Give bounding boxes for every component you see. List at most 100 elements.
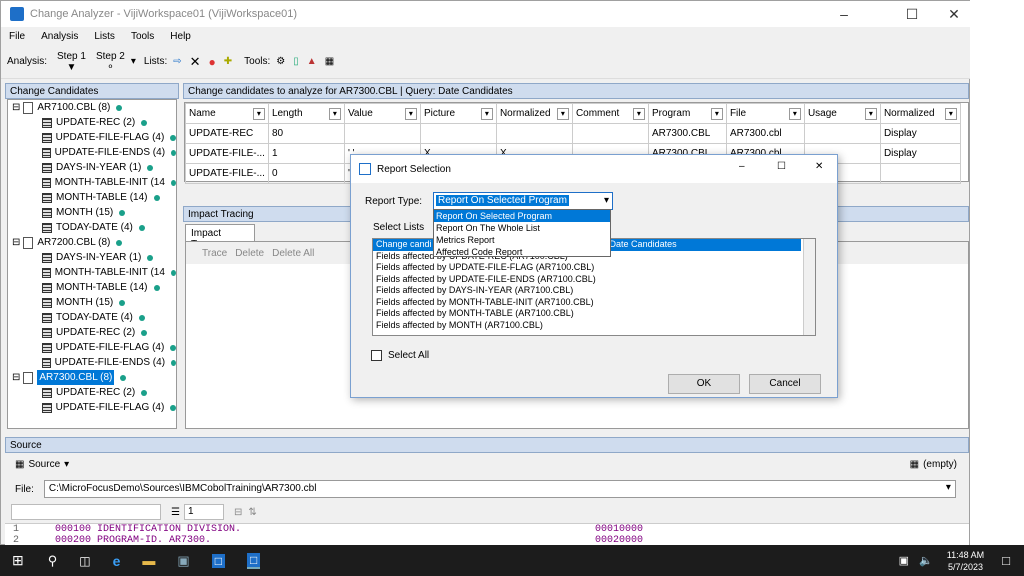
tree-item[interactable]: UPDATE-FILE-FLAG (4): [8, 130, 176, 145]
menu-analysis[interactable]: Analysis: [33, 31, 86, 42]
tree-item[interactable]: MONTH-TABLE-INIT (14: [8, 175, 176, 190]
app-icon-1[interactable]: ▣: [177, 553, 189, 569]
step2-dropdown-icon[interactable]: ▾: [131, 56, 136, 67]
menu-tools[interactable]: Tools: [123, 31, 162, 42]
task-view-icon[interactable]: ◫: [79, 554, 90, 568]
tree-item[interactable]: TODAY-DATE (4): [8, 220, 176, 235]
tree-item[interactable]: MONTH (15): [8, 205, 176, 220]
filter-dropdown-icon[interactable]: ▾: [632, 107, 645, 120]
source-dropdown-icon[interactable]: ▾: [64, 459, 69, 470]
menu-help[interactable]: Help: [162, 31, 199, 42]
menu-lists[interactable]: Lists: [86, 31, 123, 42]
tree-item[interactable]: MONTH-TABLE (14): [8, 190, 176, 205]
tool-tree-icon[interactable]: ▲: [307, 56, 317, 67]
column-header[interactable]: Normalized ▾: [879, 103, 961, 124]
notifications-icon[interactable]: □: [1002, 553, 1010, 568]
column-header[interactable]: Name ▾: [185, 103, 269, 124]
trace-button[interactable]: Trace: [202, 248, 227, 259]
network-icon[interactable]: ▣: [899, 554, 909, 567]
list-item[interactable]: Fields affected by MONTH-TABLE-INIT (AR7…: [373, 297, 815, 309]
file-path-select[interactable]: C:\MicroFocusDemo\Sources\IBMCobolTraini…: [43, 480, 956, 498]
source-menu[interactable]: Source: [28, 459, 60, 470]
column-header[interactable]: Picture ▾: [419, 103, 497, 124]
report-type-dropdown-icon[interactable]: ▾: [604, 195, 609, 206]
tree-item[interactable]: UPDATE-FILE-FLAG (4): [8, 400, 176, 415]
list-scrollbar[interactable]: [803, 239, 815, 335]
tree-item[interactable]: DAYS-IN-YEAR (1): [8, 250, 176, 265]
tool-options-icon[interactable]: ⚙: [276, 56, 285, 67]
filter-dropdown-icon[interactable]: ▾: [328, 107, 341, 120]
tree-item[interactable]: UPDATE-FILE-ENDS (4): [8, 145, 176, 160]
delete-button[interactable]: Delete: [235, 248, 264, 259]
list-item[interactable]: Fields affected by UPDATE-FILE-ENDS (AR7…: [373, 274, 815, 286]
dialog-maximize-button[interactable]: ☐: [777, 161, 786, 172]
list-item[interactable]: Fields affected by UPDATE-FILE-FLAG (AR7…: [373, 262, 815, 274]
filter-dropdown-icon[interactable]: ▾: [252, 107, 265, 120]
filter-dropdown-icon[interactable]: ▾: [556, 107, 569, 120]
column-header[interactable]: Length ▾: [267, 103, 345, 124]
close-button[interactable]: ✕: [937, 1, 971, 27]
report-type-select[interactable]: Report On Selected Program ▾: [433, 192, 613, 210]
report-type-option[interactable]: Report On Selected Program: [434, 210, 610, 222]
source-editor[interactable]: 1 000100 IDENTIFICATION DIVISION. 000100…: [5, 523, 969, 545]
start-icon[interactable]: ⊞: [12, 552, 24, 569]
delete-all-button[interactable]: Delete All: [272, 248, 314, 259]
filter-dropdown-icon[interactable]: ▾: [788, 107, 801, 120]
collapse-icon[interactable]: ⊟: [234, 507, 242, 518]
app-icon-2[interactable]: □: [211, 553, 225, 568]
column-header[interactable]: Normalized ▾: [495, 103, 573, 124]
column-header[interactable]: Usage ▾: [803, 103, 881, 124]
empty-dropdown[interactable]: (empty): [923, 459, 957, 470]
collapse-toggle-icon[interactable]: ⊟: [12, 235, 20, 250]
filter-dropdown-icon[interactable]: ▾: [944, 107, 957, 120]
list-item[interactable]: Fields affected by MONTH (AR7100.CBL): [373, 320, 815, 332]
table-row[interactable]: UPDATE-REC 80 AR7300.CBL AR7300.cbl Display: [185, 123, 961, 144]
tree-item[interactable]: TODAY-DATE (4): [8, 310, 176, 325]
dialog-close-button[interactable]: ✕: [815, 161, 823, 172]
cancel-button[interactable]: Cancel: [749, 374, 821, 394]
clock[interactable]: 11:48 AM 5/7/2023: [947, 549, 984, 573]
list-item[interactable]: Fields affected by MONTH-TABLE (AR7100.C…: [373, 308, 815, 320]
search-icon[interactable]: ⚲: [48, 553, 58, 569]
menu-file[interactable]: File: [1, 31, 33, 42]
filter-dropdown-icon[interactable]: ▾: [710, 107, 723, 120]
candidates-tree[interactable]: ⊟ AR7100.CBL (8) UPDATE-REC (2) UPDATE-FILE…: [7, 99, 177, 429]
merge-icon[interactable]: ✚: [224, 56, 232, 67]
select-all-checkbox[interactable]: [371, 350, 382, 361]
ok-button[interactable]: OK: [668, 374, 740, 394]
filter-dropdown-icon[interactable]: ▾: [404, 107, 417, 120]
tab-impact-traces[interactable]: Impact Traces: [185, 224, 255, 250]
tree-item[interactable]: UPDATE-REC (2): [8, 385, 176, 400]
column-header[interactable]: Value ▾: [343, 103, 421, 124]
file-dropdown-icon[interactable]: ▾: [946, 482, 951, 493]
tree-item[interactable]: MONTH-TABLE (14): [8, 280, 176, 295]
change-analyzer-task-icon[interactable]: □: [246, 552, 261, 569]
report-type-option[interactable]: Metrics Report: [434, 234, 610, 246]
collapse-toggle-icon[interactable]: ⊟: [12, 100, 20, 115]
stop-icon[interactable]: ●: [209, 55, 216, 69]
edge-icon[interactable]: e: [113, 553, 121, 569]
tree-file-node[interactable]: ⊟ AR7100.CBL (8): [8, 100, 176, 115]
expand-icon[interactable]: ⇅: [248, 507, 256, 518]
tree-item[interactable]: UPDATE-REC (2): [8, 325, 176, 340]
tool-book-icon[interactable]: ▯: [293, 56, 299, 67]
file-explorer-icon[interactable]: ▬: [142, 553, 155, 568]
tree-item[interactable]: UPDATE-FILE-ENDS (4): [8, 355, 176, 370]
step2-button[interactable]: Step 2 ⚬: [96, 51, 125, 73]
column-header[interactable]: Comment ▾: [571, 103, 649, 124]
list-query-icon[interactable]: ⇨: [173, 56, 181, 67]
collapse-toggle-icon[interactable]: ⊟: [12, 370, 20, 385]
minimize-button[interactable]: –: [827, 1, 861, 27]
dialog-minimize-button[interactable]: –: [739, 161, 745, 172]
tree-file-node[interactable]: ⊟ AR7200.CBL (8): [8, 235, 176, 250]
tree-item[interactable]: DAYS-IN-YEAR (1): [8, 160, 176, 175]
report-type-option[interactable]: Affected Code Report: [434, 246, 610, 258]
tree-item[interactable]: MONTH-TABLE-INIT (14: [8, 265, 176, 280]
column-header[interactable]: File ▾: [725, 103, 805, 124]
report-type-option[interactable]: Report On The Whole List: [434, 222, 610, 234]
tool-grid-icon[interactable]: ▦: [325, 56, 334, 67]
tree-file-node[interactable]: ⊟ AR7300.CBL (8): [8, 370, 176, 385]
list-item[interactable]: Fields affected by DAYS-IN-YEAR (AR7100.…: [373, 285, 815, 297]
member-select[interactable]: [11, 504, 161, 520]
delete-list-icon[interactable]: ✕: [190, 54, 201, 70]
